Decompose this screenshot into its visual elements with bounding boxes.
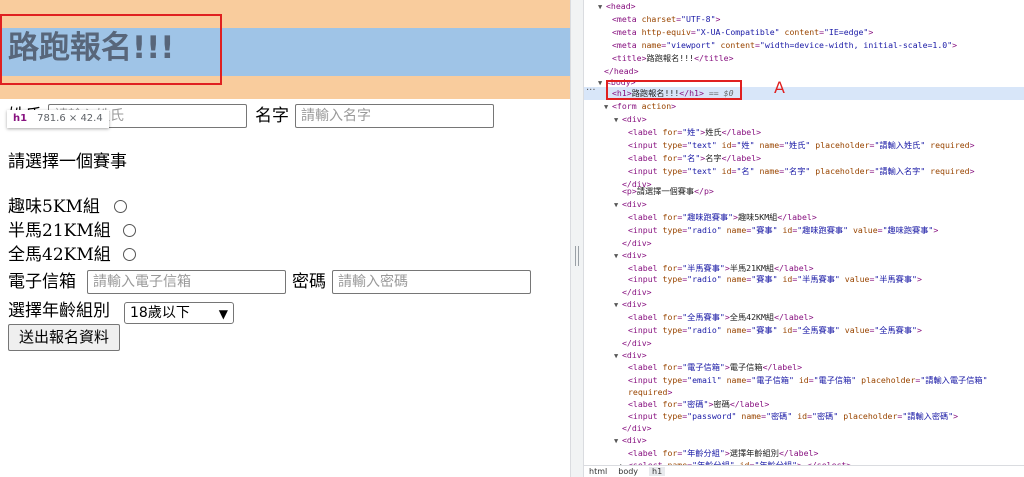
dom-line[interactable]: <label for="電子信箱">電子信箱</label> xyxy=(584,361,1024,374)
tooltip-tag: h1 xyxy=(13,113,28,124)
event-radio-5km[interactable] xyxy=(114,200,127,213)
annotation-label: A xyxy=(774,78,785,97)
age-group-selected: 18歲以下 xyxy=(130,305,190,321)
dom-line[interactable]: <label for="姓">姓氏</label> xyxy=(584,126,1024,139)
dom-line[interactable]: <input type="radio" name="賽事" id="趣味跑賽事"… xyxy=(584,224,1024,237)
breadcrumb-item-body[interactable]: body xyxy=(618,467,638,476)
event-label-21km: 半馬21KM組 xyxy=(8,221,111,241)
more-options-icon[interactable]: ··· xyxy=(586,85,596,96)
dom-line[interactable]: <meta http-equiv="X-UA-Compatible" conte… xyxy=(584,26,1024,39)
dom-line[interactable]: ▼ <div> xyxy=(584,249,1024,262)
breadcrumb: html body h1 xyxy=(584,465,1024,477)
first-name-input[interactable]: 請輸入名字 xyxy=(295,104,494,128)
heading-annotation-box xyxy=(0,14,222,85)
resize-grip-icon xyxy=(575,246,579,266)
dom-line[interactable]: ▼ <head> xyxy=(584,0,1024,13)
dom-line[interactable]: <meta charset="UTF-8"> xyxy=(584,13,1024,26)
event-radio-42km[interactable] xyxy=(123,248,136,261)
dom-line[interactable]: ▼ <form action> xyxy=(584,100,1024,113)
dom-line[interactable]: <label for="趣味跑賽事">趣味5KM組</label> xyxy=(584,211,1024,224)
devtools-elements-panel: ▼ <head> <meta charset="UTF-8"> <meta htt… xyxy=(584,0,1024,477)
dom-line[interactable]: <meta name="viewport" content="width=dev… xyxy=(584,39,1024,52)
choose-event-text: 請選擇一個賽事 xyxy=(8,152,127,172)
first-name-label: 名字 xyxy=(255,106,289,126)
dom-line[interactable]: <input type="radio" name="賽事" id="半馬賽事" … xyxy=(584,273,1024,286)
dom-line[interactable]: <label for="全馬賽事">全馬42KM組</label> xyxy=(584,311,1024,324)
dom-line[interactable]: <input type="radio" name="賽事" id="全馬賽事" … xyxy=(584,324,1024,337)
password-input[interactable]: 請輸入密碼 xyxy=(332,270,531,294)
panel-resizer[interactable] xyxy=(570,0,584,477)
age-group-label: 選擇年齡組別 xyxy=(8,301,110,321)
dom-line[interactable]: <input type="text" id="名" name="名字" plac… xyxy=(584,165,1024,178)
dom-line[interactable]: <p>請選擇一個賽事</p> xyxy=(584,185,1024,198)
breadcrumb-item-html[interactable]: html xyxy=(589,467,607,476)
selected-node-annotation-box xyxy=(606,80,742,100)
dom-line[interactable]: <input type="text" id="姓" name="姓氏" plac… xyxy=(584,139,1024,152)
dom-line[interactable]: ▼ <div> xyxy=(584,298,1024,311)
element-tooltip: h1 781.6 × 42.4 xyxy=(7,110,109,128)
submit-button[interactable]: 送出報名資料 xyxy=(8,324,120,351)
dom-line[interactable]: ▼ <div> xyxy=(584,434,1024,447)
page-preview: 路跑報名!!! 姓氏 請輸入姓氏 名字 請輸入名字 h1781.6 × 42.4… xyxy=(0,0,570,477)
email-input[interactable]: 請輸入電子信箱 xyxy=(87,270,286,294)
event-label-42km: 全馬42KM組 xyxy=(8,245,111,265)
email-label: 電子信箱 xyxy=(8,272,76,292)
password-label: 密碼 xyxy=(292,272,326,292)
dom-line[interactable]: ▼ <div> xyxy=(584,113,1024,126)
event-label-5km: 趣味5KM組 xyxy=(8,197,100,217)
chevron-down-icon: ▼ xyxy=(218,307,228,321)
dom-line[interactable]: <label for="名">名字</label> xyxy=(584,152,1024,165)
event-radio-21km[interactable] xyxy=(123,224,136,237)
dom-line[interactable]: ▼ <div> xyxy=(584,198,1024,211)
tooltip-dimensions: 781.6 × 42.4 xyxy=(37,113,103,124)
age-group-select[interactable]: 18歲以下 ▼ xyxy=(124,302,234,324)
dom-line[interactable]: <title>路跑報名!!!</title> xyxy=(584,52,1024,65)
breadcrumb-item-h1[interactable]: h1 xyxy=(649,467,666,476)
